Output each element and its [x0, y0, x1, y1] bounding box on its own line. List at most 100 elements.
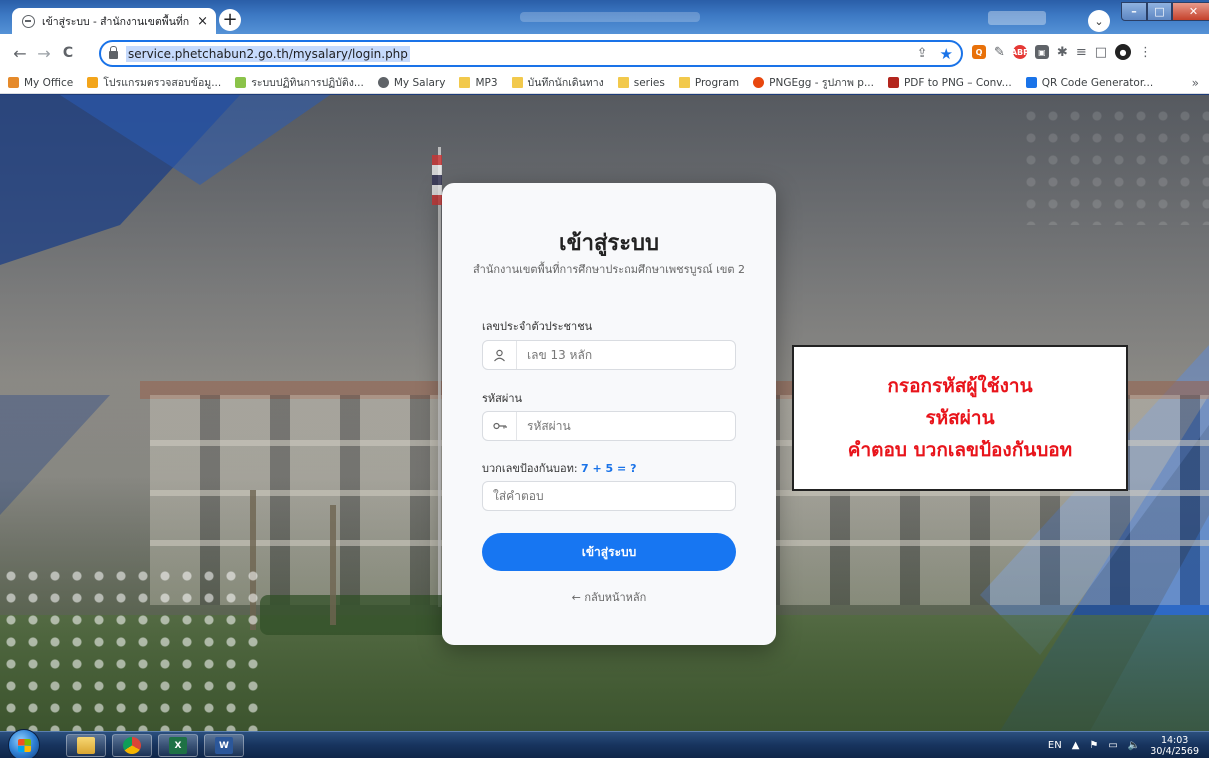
window-controls: – □ ✕	[1121, 2, 1209, 21]
close-window-button[interactable]: ✕	[1172, 2, 1209, 21]
password-input[interactable]	[517, 412, 735, 440]
volume-icon[interactable]: 🔈	[1128, 740, 1140, 751]
extension-screen-icon[interactable]: ▣	[1034, 45, 1049, 59]
bookmark-label: My Salary	[393, 76, 446, 89]
bookmark-item[interactable]: โปรแกรมตรวจสอบข้อมู...	[87, 74, 221, 91]
password-field[interactable]	[482, 411, 736, 441]
extension-icons: Q ✎ ABP ▣ ✱ ≡ □ ● ⋮	[972, 44, 1152, 60]
login-submit-button[interactable]: เข้าสู่ระบบ	[482, 533, 736, 571]
captcha-input[interactable]	[483, 482, 735, 510]
decorative-dots-bottom	[0, 565, 260, 731]
annotation-line-3: คำตอบ บวกเลขป้องกันบอท	[847, 439, 1073, 461]
new-tab-button[interactable]: +	[219, 9, 241, 31]
citizen-id-field[interactable]	[482, 340, 736, 370]
side-panel-icon[interactable]: □	[1095, 45, 1107, 60]
thai-flag	[432, 155, 442, 205]
bookmark-label: PNGEgg - รูปภาพ p...	[769, 77, 874, 89]
annotation-line-2: รหัสผ่าน	[925, 407, 995, 429]
adblock-icon[interactable]: ABP	[1011, 45, 1029, 59]
bookmark-item[interactable]: series	[617, 76, 665, 89]
taskbar-excel[interactable]: X	[158, 734, 198, 757]
chart-icon	[235, 77, 247, 88]
start-button[interactable]	[8, 729, 40, 758]
browser-tab-strip: เข้าสู่ระบบ - สำนักงานเขตพื้นที่การศึก ×…	[0, 0, 1209, 35]
bookmark-label: Program	[694, 76, 740, 89]
excel-icon: X	[169, 737, 187, 754]
profile-avatar-icon[interactable]: ●	[1115, 44, 1132, 60]
extension-pin-icon[interactable]: ✎	[994, 45, 1005, 60]
bookmark-item[interactable]: PDF to PNG – Conv...	[887, 76, 1012, 89]
citizen-id-input[interactable]	[517, 341, 735, 369]
password-label: รหัสผ่าน	[482, 392, 523, 405]
pdf-icon	[887, 77, 899, 88]
extensions-puzzle-icon[interactable]: ✱	[1057, 45, 1068, 60]
instruction-annotation: กรอกรหัสผู้ใช้งาน รหัสผ่าน คำตอบ บวกเลขป…	[792, 345, 1128, 491]
system-tray: EN ▲ ⚑ ▭ 🔈 14:03 30/4/2569	[1048, 732, 1199, 758]
bookmark-label: ระบบปฏิทินการปฏิบัติง...	[251, 77, 364, 89]
browser-tab-active[interactable]: เข้าสู่ระบบ - สำนักงานเขตพื้นที่การศึก ×	[12, 8, 216, 35]
login-page-background: เข้าสู่ระบบ สำนักงานเขตพื้นที่การศึกษาปร…	[0, 95, 1209, 731]
network-icon[interactable]: ▭	[1108, 740, 1117, 751]
pngegg-icon	[753, 77, 765, 88]
taskbar-chrome[interactable]	[112, 734, 152, 757]
user-icon	[483, 341, 517, 369]
captcha-label: บวกเลขป้องกันบอท: 7 + 5 = ?	[482, 459, 636, 477]
bookmark-star-icon[interactable]: ★	[940, 45, 953, 63]
captcha-question: 7 + 5 = ?	[581, 462, 637, 475]
minimize-button[interactable]: –	[1121, 2, 1147, 21]
reload-button[interactable]: C	[56, 45, 80, 61]
palm-tree	[330, 505, 336, 625]
bookmarks-overflow-icon[interactable]: »	[1191, 76, 1199, 90]
flagpole	[438, 147, 441, 607]
flag-icon[interactable]: ⚑	[1089, 740, 1098, 751]
address-bar[interactable]: service.phetchabun2.go.th/mysalary/login…	[99, 40, 963, 67]
lock-icon[interactable]	[109, 46, 118, 59]
annotation-line-1: กรอกรหัสผู้ใช้งาน	[887, 375, 1033, 397]
captcha-label-text: บวกเลขป้องกันบอท:	[482, 462, 578, 475]
forward-button[interactable]: →	[32, 44, 56, 63]
folder-icon	[77, 737, 95, 754]
bookmark-label: QR Code Generator...	[1041, 76, 1154, 89]
folder-icon	[617, 77, 629, 88]
bookmark-item[interactable]: MP3	[459, 77, 498, 89]
blurred-profile-label	[988, 11, 1046, 25]
share-icon[interactable]: ⇪	[917, 46, 928, 61]
bookmark-label: โปรแกรมตรวจสอบข้อมู...	[103, 77, 222, 89]
clock[interactable]: 14:03 30/4/2569	[1150, 735, 1199, 757]
bookmark-item[interactable]: บันทึกนักเดินทาง	[511, 74, 604, 91]
bookmark-item[interactable]: PNGEgg - รูปภาพ p...	[753, 74, 874, 91]
globe-icon	[22, 15, 35, 28]
folder-icon	[459, 77, 471, 88]
captcha-field[interactable]	[482, 481, 736, 511]
close-tab-icon[interactable]: ×	[197, 14, 208, 29]
office-icon	[8, 77, 19, 88]
maximize-button[interactable]: □	[1147, 2, 1172, 21]
folder-icon	[678, 77, 690, 88]
bookmark-item[interactable]: Program	[678, 76, 740, 89]
bookmark-item[interactable]: QR Code Generator...	[1025, 76, 1154, 89]
menu-kebab-icon[interactable]: ⋮	[1139, 45, 1152, 60]
chrome-icon	[123, 737, 141, 754]
back-button[interactable]: ←	[8, 44, 32, 63]
tab-title: เข้าสู่ระบบ - สำนักงานเขตพื้นที่การศึก	[42, 16, 190, 28]
bookmark-item[interactable]: My Salary	[377, 76, 446, 89]
extension-q-icon[interactable]: Q	[972, 45, 986, 59]
show-hidden-icons-icon[interactable]: ▲	[1072, 740, 1080, 751]
bookmark-label: PDF to PNG – Conv...	[903, 76, 1012, 89]
bookmark-label: บันทึกนักเดินทาง	[527, 77, 604, 89]
reading-list-icon[interactable]: ≡	[1076, 45, 1087, 60]
login-title: เข้าสู่ระบบ	[559, 231, 659, 256]
bookmark-item[interactable]: ระบบปฏิทินการปฏิบัติง...	[235, 74, 364, 91]
url-text[interactable]: service.phetchabun2.go.th/mysalary/login…	[126, 45, 410, 62]
taskbar-word[interactable]: W	[204, 734, 244, 757]
bookmark-label: series	[633, 76, 665, 89]
bookmark-item[interactable]: My Office	[8, 77, 73, 89]
language-indicator[interactable]: EN	[1048, 740, 1062, 751]
tab-search-button[interactable]: ⌄	[1088, 10, 1110, 32]
bookmarks-bar: My Office โปรแกรมตรวจสอบข้อมู... ระบบปฏิทิ…	[0, 72, 1209, 94]
taskbar-explorer[interactable]	[66, 734, 106, 757]
back-to-home-link[interactable]: ← กลับหน้าหลัก	[442, 588, 776, 606]
citizen-id-label: เลขประจำตัวประชาชน	[482, 320, 593, 333]
windows-taskbar: X W EN ▲ ⚑ ▭ 🔈 14:03 30/4/2569	[0, 729, 1209, 758]
login-card: เข้าสู่ระบบ สำนักงานเขตพื้นที่การศึกษาปร…	[442, 183, 776, 645]
